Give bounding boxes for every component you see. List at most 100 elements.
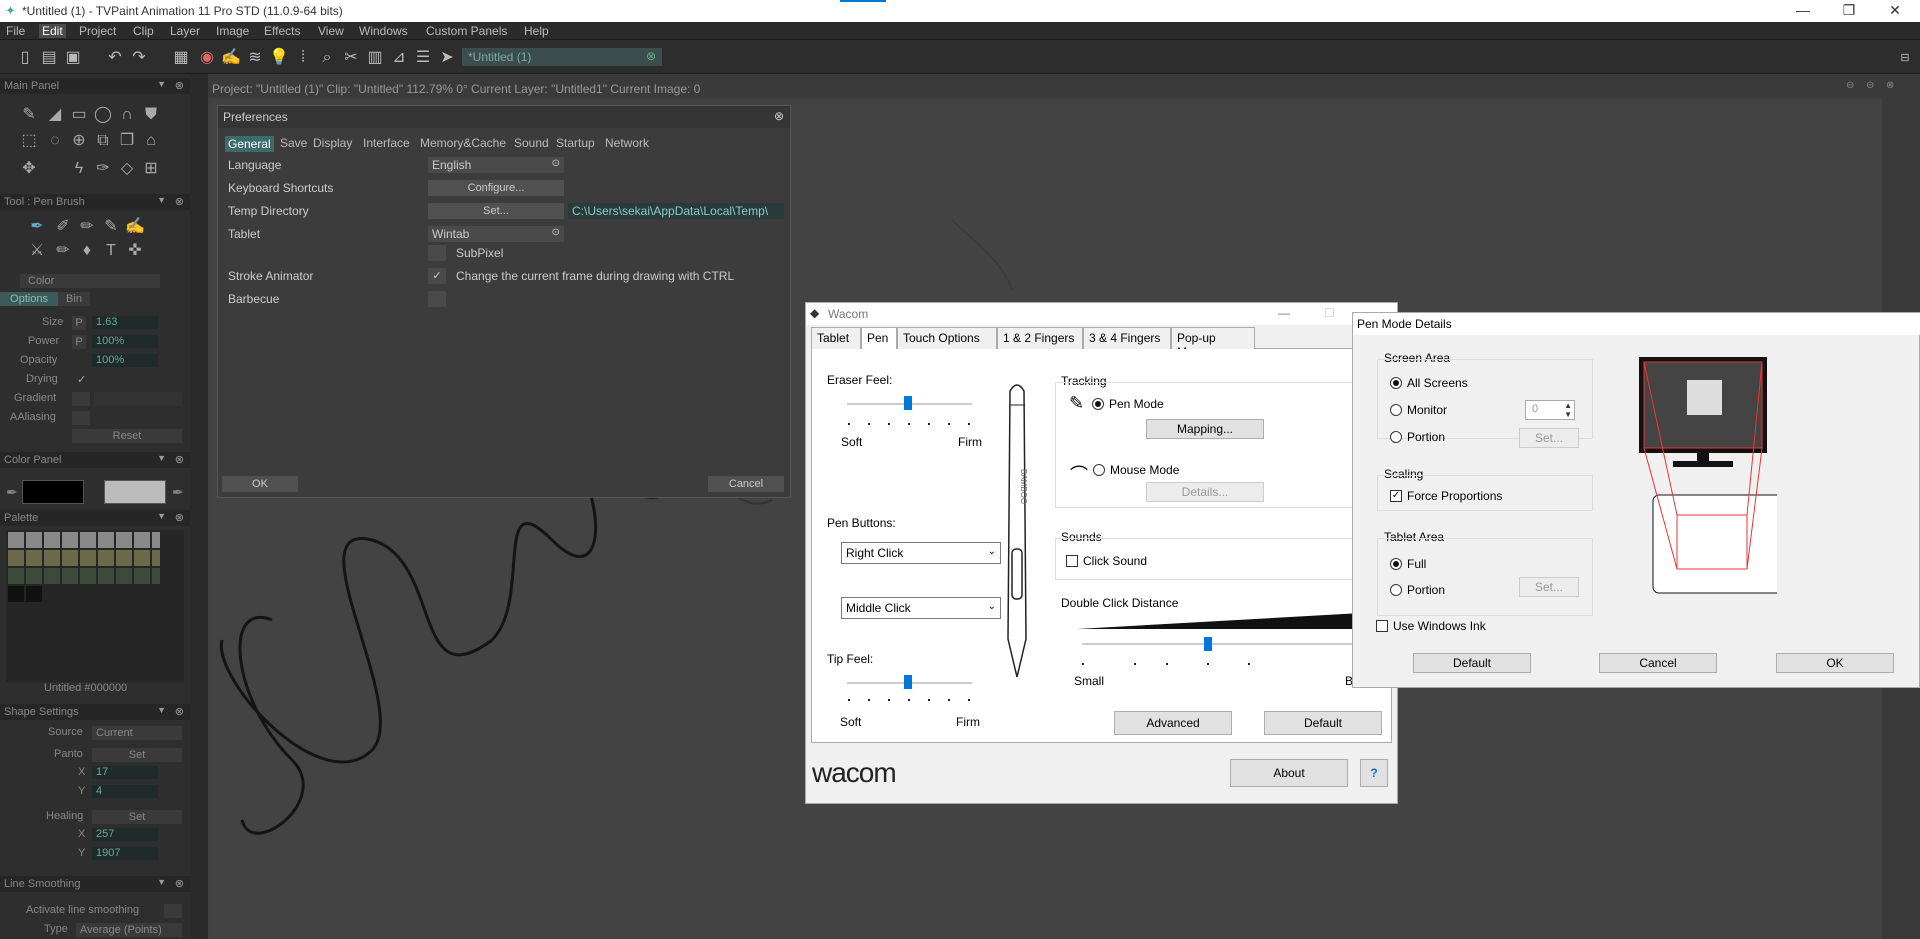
tablet-portion-set-button[interactable]: Set... [1519,577,1579,597]
force-proportions-checkbox[interactable]: ✓ [1390,490,1402,502]
mapping-button[interactable]: Mapping... [1146,419,1264,439]
tab-startup[interactable]: Startup [556,136,595,150]
screen-portion-set-button[interactable]: Set... [1519,428,1579,448]
monitor-radio[interactable] [1390,404,1402,416]
double-click-slider[interactable] [1204,637,1212,651]
portion-radio[interactable] [1390,431,1402,443]
tab-pen[interactable]: Pen [861,327,897,350]
menu-windows[interactable]: Windows [359,24,408,38]
heal-x-field[interactable]: 257 [92,828,158,841]
activate-smoothing-checkbox[interactable] [164,904,182,918]
open-icon[interactable]: ▤ [38,48,60,68]
freehand-icon[interactable]: ✎ [18,104,40,126]
tab-display[interactable]: Display [313,136,352,150]
bin-tab[interactable]: Bin [58,292,90,306]
details-button[interactable]: Details... [1146,482,1264,502]
help-icon[interactable]: ? [1360,759,1388,787]
eyedropper-icon[interactable]: ✒ [6,484,18,501]
tab-general[interactable]: General [225,136,274,152]
pen-brush-icon[interactable]: ✒ [26,216,48,238]
barbecue-checkbox[interactable] [428,291,446,307]
select-rect-icon[interactable]: ⬚ [18,130,40,152]
primary-color-swatch[interactable] [22,480,84,504]
tab-popup-menu[interactable]: Pop-up Menu [1171,327,1255,359]
tab-touch-options[interactable]: Touch Options [897,327,997,349]
bezier-icon[interactable]: ∩ [116,104,138,126]
tip-feel-slider[interactable] [904,675,912,689]
menu-image[interactable]: Image [216,24,249,38]
brush-icon[interactable]: ✍ [220,48,242,68]
tab-sound[interactable]: Sound [514,136,549,150]
menu-file[interactable]: File [6,24,25,38]
drop-icon[interactable]: ♦ [76,240,98,262]
rectangle-icon[interactable]: ▭ [68,104,90,126]
preferences-cancel-button[interactable]: Cancel [708,476,784,492]
secondary-color-swatch[interactable] [104,480,166,504]
heal-y-field[interactable]: 1907 [92,847,158,860]
tab-save[interactable]: Save [280,136,307,150]
stroke-animator-checkbox[interactable]: ✓ [428,268,446,284]
menu-help[interactable]: Help [524,24,549,38]
click-sound-checkbox[interactable] [1066,555,1078,567]
menu-edit[interactable]: Edit [39,24,66,38]
panel-splitter[interactable] [190,74,208,939]
menu-layer[interactable]: Layer [170,24,200,38]
palette-row[interactable] [8,568,160,584]
wacom-maximize-icon[interactable]: ☐ [1324,306,1335,320]
toolbar-expand-icon[interactable]: ⊟ [1894,48,1916,68]
workspace-restore-icon[interactable]: ⊖ [1866,80,1874,91]
tab-memory-cache[interactable]: Memory&Cache [420,136,506,150]
preferences-close-icon[interactable]: ⊗ [774,109,784,123]
save-icon[interactable]: ▣ [62,48,84,68]
pmd-cancel-button[interactable]: Cancel [1599,653,1717,673]
advanced-button[interactable]: Advanced [1114,711,1232,735]
menu-custom-panels[interactable]: Custom Panels [426,24,507,38]
opacity-field[interactable]: 100% [92,354,158,367]
power-field[interactable]: 100% [92,335,158,348]
search-icon[interactable]: ⌕ [316,48,338,68]
color-wheel-icon[interactable]: ◉ [196,48,218,68]
configure-button[interactable]: Configure... [428,180,564,196]
keyboard-icon[interactable]: ▦ [170,48,192,68]
warp-icon[interactable]: ⧉ [92,130,114,152]
eraser-feel-slider[interactable] [904,396,912,410]
eraser-icon[interactable]: ◇ [116,158,138,180]
menu-effects[interactable]: Effects [264,24,300,38]
marker-icon[interactable]: ✎ [100,216,122,238]
all-screens-radio[interactable] [1390,377,1402,389]
pencil-icon[interactable]: ✏ [76,216,98,238]
about-button[interactable]: About [1230,759,1348,787]
pmd-default-button[interactable]: Default [1413,653,1531,673]
tab-tablet[interactable]: Tablet [811,327,861,349]
collapse-icon[interactable]: ▼ [157,877,166,887]
collapse-icon[interactable]: ▼ [157,453,166,463]
clone-icon[interactable]: ❐ [116,130,138,152]
windows-ink-checkbox[interactable] [1376,620,1388,632]
pen-mode-radio[interactable] [1092,398,1104,410]
pan-icon[interactable]: ✥ [18,158,40,180]
airbrush-icon[interactable]: ✐ [52,216,74,238]
close-icon[interactable]: ⊗ [175,79,184,92]
document-tab[interactable]: *Untitled (1) ⊗ [462,48,662,66]
stamp-icon[interactable]: ⊞ [140,158,162,180]
move-icon[interactable]: ⊕ [68,130,90,152]
tab-interface[interactable]: Interface [363,136,410,150]
scissors-icon[interactable]: ✂ [340,48,362,68]
palette-row[interactable] [8,532,160,548]
brush-icon[interactable]: ✍ [124,216,146,238]
redo-icon[interactable]: ↷ [128,48,150,68]
tab-3-4-fingers[interactable]: 3 & 4 Fingers [1083,327,1171,349]
temp-set-button[interactable]: Set... [428,203,564,219]
source-select[interactable]: Current [92,726,182,740]
panto-y-field[interactable]: 4 [92,785,158,798]
default-button[interactable]: Default [1264,711,1382,735]
aaliasing-checkbox[interactable] [72,411,90,425]
type-select[interactable]: Average (Points) [76,923,182,937]
gradient-field[interactable] [94,392,182,406]
layers-icon[interactable]: ≋ [244,48,266,68]
full-radio[interactable] [1390,558,1402,570]
wacom-minimize-icon[interactable]: — [1278,306,1290,320]
special-icon[interactable]: ✜ [124,240,146,262]
temp-directory-field[interactable]: C:\Users\sekai\AppData\Local\Temp\ [568,203,784,219]
tablet-portion-radio[interactable] [1390,584,1402,596]
